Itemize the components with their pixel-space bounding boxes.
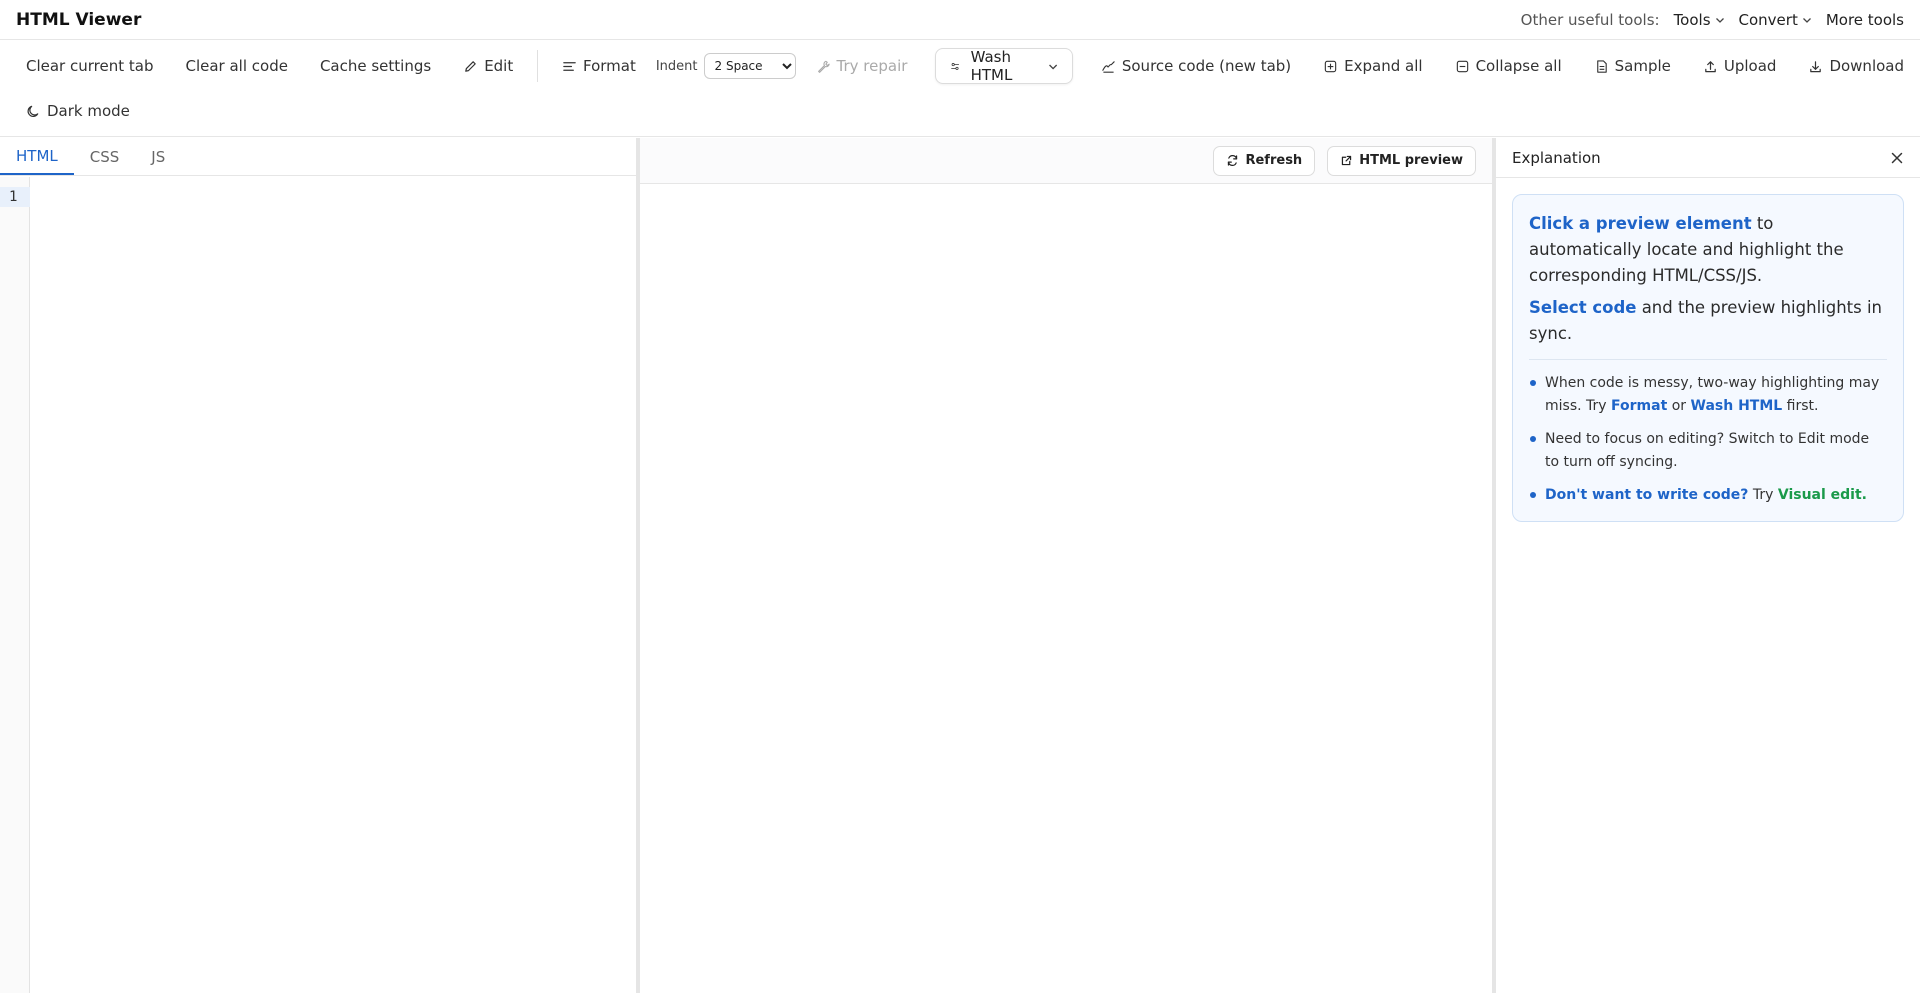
sample-button[interactable]: Sample: [1578, 48, 1687, 84]
tip-1-end: first.: [1782, 398, 1819, 414]
wrench-icon: [817, 60, 830, 73]
select-code-text: Select code: [1529, 298, 1637, 317]
line-number: 1: [0, 187, 30, 207]
chevron-down-icon: [1048, 64, 1057, 69]
toolbar-row-2: Dark mode: [10, 91, 146, 131]
download-label: Download: [1829, 57, 1904, 75]
try-repair-button[interactable]: Try repair: [800, 48, 924, 84]
clear-current-tab-button[interactable]: Clear current tab: [10, 48, 169, 84]
wash-html-label: Wash HTML: [970, 48, 1013, 84]
collapse-all-label: Collapse all: [1475, 57, 1562, 75]
tips-list: When code is messy, two-way highlighting…: [1529, 372, 1887, 507]
download-icon: [1810, 60, 1822, 72]
download-button[interactable]: Download: [1792, 48, 1920, 84]
edit-button[interactable]: Edit: [447, 48, 529, 84]
source-code-label: Source code (new tab): [1121, 57, 1292, 75]
explanation-title: Explanation: [1512, 148, 1601, 167]
tip-item: Don't want to write code? Try Visual edi…: [1529, 484, 1887, 507]
app-title: HTML Viewer: [16, 9, 142, 30]
more-tools-link[interactable]: More tools: [1826, 11, 1904, 29]
sample-label: Sample: [1614, 57, 1671, 75]
preview-pane: Refresh HTML preview: [640, 138, 1492, 993]
explanation-header: Explanation: [1496, 138, 1920, 178]
explanation-panel: Explanation Click a preview element to a…: [1496, 138, 1920, 993]
pencil-icon: [465, 60, 476, 72]
align-left-icon: [563, 61, 576, 71]
top-nav: Other useful tools: Tools Convert More t…: [1521, 11, 1904, 29]
wash-html-link[interactable]: Wash HTML: [1691, 398, 1783, 414]
tab-css[interactable]: CSS: [74, 138, 136, 175]
toolbar-row-1: Clear current tab Clear all code Cache s…: [10, 46, 1920, 86]
refresh-icon: [1228, 155, 1238, 166]
cache-settings-button[interactable]: Cache settings: [304, 48, 447, 84]
explanation-lead-1: Click a preview element to automatically…: [1529, 211, 1887, 289]
refresh-button[interactable]: Refresh: [1213, 145, 1316, 176]
moon-icon: [27, 105, 39, 117]
sliders-icon: [951, 62, 960, 70]
tip-item: When code is messy, two-way highlighting…: [1529, 372, 1887, 418]
format-button[interactable]: Format: [546, 48, 652, 84]
indent-label: Indent: [655, 58, 698, 74]
external-link-icon: [1342, 155, 1352, 166]
visual-edit-link[interactable]: Visual edit.: [1778, 487, 1867, 503]
no-code-question: Don't want to write code?: [1545, 487, 1749, 503]
clear-all-code-button[interactable]: Clear all code: [169, 48, 303, 84]
tab-html[interactable]: HTML: [0, 138, 74, 175]
html-preview-button[interactable]: HTML preview: [1327, 145, 1476, 176]
minus-square-icon: [1456, 60, 1468, 72]
upload-label: Upload: [1723, 57, 1777, 75]
explanation-lead-2: Select code and the preview highlights i…: [1529, 295, 1887, 347]
explanation-card: Click a preview element to automatically…: [1512, 194, 1904, 522]
preview-toolbar: Refresh HTML preview: [640, 138, 1492, 184]
editor-tabs: HTML CSS JS: [0, 138, 636, 176]
toolbar-divider: [537, 50, 538, 82]
expand-all-label: Expand all: [1344, 57, 1423, 75]
tab-js[interactable]: JS: [135, 138, 181, 175]
html-preview-label: HTML preview: [1359, 153, 1463, 168]
convert-menu[interactable]: Convert: [1739, 11, 1812, 29]
top-bar: HTML Viewer Other useful tools: Tools Co…: [0, 0, 1920, 40]
tools-menu[interactable]: Tools: [1674, 11, 1725, 29]
code-input-area[interactable]: 1: [0, 177, 636, 993]
plus-square-icon: [1324, 60, 1337, 72]
upload-icon: [1705, 60, 1716, 72]
expand-all-button[interactable]: Expand all: [1307, 48, 1438, 84]
line-gutter: [0, 177, 30, 993]
tip-1-or: or: [1667, 398, 1691, 414]
chevron-down-icon: [1715, 17, 1724, 23]
indent-select[interactable]: 2 Space 4 Space Tab: [703, 53, 796, 79]
other-tools-label: Other useful tools:: [1520, 10, 1660, 29]
format-label: Format: [582, 57, 636, 75]
format-link[interactable]: Format: [1611, 398, 1667, 414]
wash-html-button[interactable]: Wash HTML: [935, 48, 1073, 84]
indent-control: Indent 2 Space 4 Space Tab: [652, 53, 800, 79]
toolbar: Clear current tab Clear all code Cache s…: [0, 41, 1920, 137]
dark-mode-label: Dark mode: [47, 102, 130, 120]
convert-menu-label: Convert: [1738, 10, 1798, 29]
explanation-divider: [1529, 359, 1887, 360]
tools-menu-label: Tools: [1673, 10, 1711, 29]
close-icon[interactable]: [1890, 151, 1904, 165]
edit-label: Edit: [484, 57, 514, 75]
code-editor-pane: HTML CSS JS 1: [0, 138, 636, 993]
document-icon: [1596, 59, 1607, 73]
chevron-down-icon: [1802, 17, 1811, 23]
tip-item: Need to focus on editing? Switch to Edit…: [1529, 428, 1887, 474]
signature-icon: [1102, 60, 1115, 73]
dark-mode-button[interactable]: Dark mode: [10, 93, 146, 129]
source-code-button[interactable]: Source code (new tab): [1085, 48, 1307, 84]
upload-button[interactable]: Upload: [1687, 48, 1793, 84]
collapse-all-button[interactable]: Collapse all: [1439, 48, 1578, 84]
try-repair-label: Try repair: [836, 57, 908, 75]
refresh-label: Refresh: [1245, 153, 1303, 168]
tip-3-try: Try: [1748, 487, 1778, 503]
click-preview-element-text: Click a preview element: [1529, 214, 1752, 233]
